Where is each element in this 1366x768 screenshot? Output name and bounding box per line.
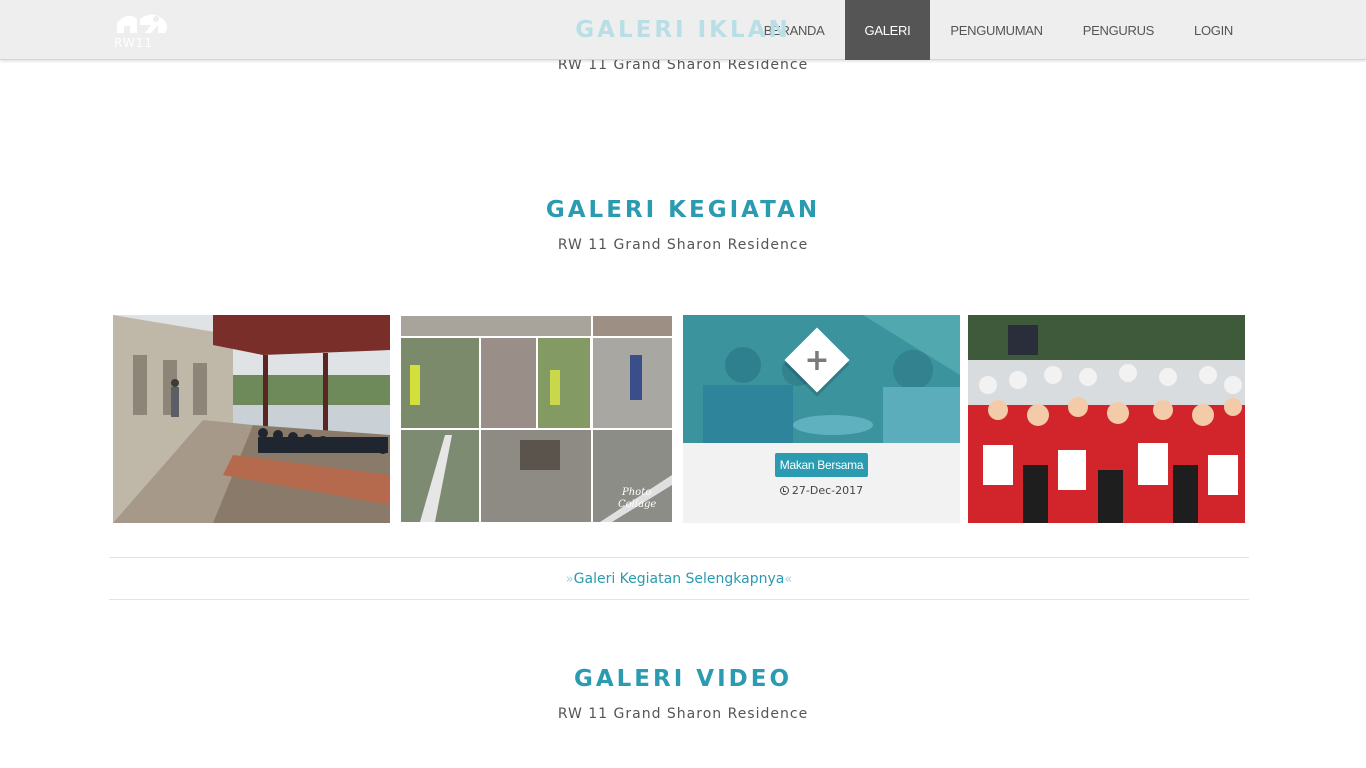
section-title-iklan: GALERI IKLAN [575, 17, 791, 43]
gallery-card-hovered[interactable]: + Makan Bersama 27-Dec-2017 [683, 315, 960, 523]
section-title-kegiatan: GALERI KEGIATAN [545, 197, 821, 223]
double-chevron-right-icon: » [565, 571, 574, 587]
gallery-photo: + [683, 315, 960, 443]
double-chevron-left-icon: « [784, 571, 793, 587]
collage-watermark: Photo [621, 487, 651, 498]
caption-date-text: 27-Dec-2017 [791, 484, 864, 497]
svg-text:Collage: Collage [618, 499, 656, 510]
activity-gallery: Photo Collage + Makan Bersama 27-Dec-201… [113, 315, 1245, 523]
caption-date: 27-Dec-2017 [683, 484, 960, 497]
caption-tag[interactable]: Makan Bersama [683, 453, 960, 477]
gallery-card[interactable] [968, 315, 1245, 523]
section-subtitle-kegiatan: RW 11 Grand Sharon Residence [557, 237, 809, 253]
clock-icon [779, 486, 789, 495]
gallery-photo: Photo Collage [400, 315, 673, 523]
gallery-card[interactable] [113, 315, 390, 523]
caption-label: Makan Bersama [774, 453, 869, 477]
section-subtitle-video: RW 11 Grand Sharon Residence [557, 706, 809, 722]
more-link-bar: »Galeri Kegiatan Selengkapnya« [109, 557, 1249, 600]
gallery-photo [968, 315, 1245, 523]
plus-icon[interactable]: + [794, 337, 840, 383]
gallery-card[interactable]: Photo Collage [400, 315, 673, 523]
gallery-photo [113, 315, 390, 523]
more-link-label: Galeri Kegiatan Selengkapnya [573, 570, 785, 587]
gallery-more-link[interactable]: »Galeri Kegiatan Selengkapnya« [566, 571, 793, 587]
section-title-video: GALERI VIDEO [573, 666, 793, 692]
